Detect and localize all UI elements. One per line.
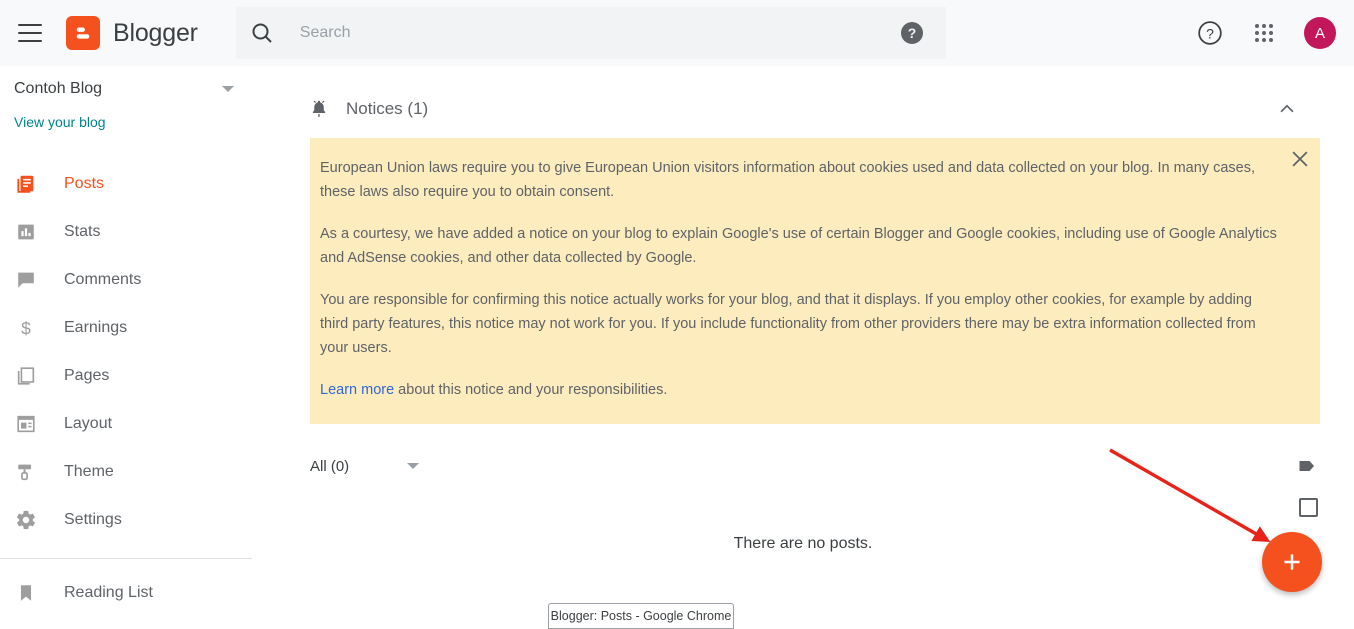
notice-paragraph: You are responsible for confirming this … [320, 292, 1256, 356]
select-all-checkbox[interactable] [1299, 498, 1318, 517]
plus-icon [1284, 554, 1300, 570]
blogger-logo-icon [66, 16, 100, 50]
filter-row: All (0) [310, 446, 1320, 486]
apps-grid-icon[interactable] [1250, 19, 1278, 47]
search-input[interactable] [299, 24, 860, 42]
blog-selector[interactable]: Contoh Blog [0, 66, 252, 98]
hamburger-menu-icon[interactable] [18, 24, 42, 42]
close-icon[interactable] [1289, 148, 1311, 170]
sidebar-item-layout[interactable]: Layout [0, 400, 252, 448]
sidebar-item-label: Comments [64, 271, 142, 288]
sidebar-item-earnings[interactable]: $ Earnings [0, 304, 252, 352]
filter-label: All (0) [310, 457, 350, 475]
help-filled-icon[interactable]: ? [900, 21, 924, 45]
hamburger-bar [18, 24, 42, 26]
notice-learn-more-line: Learn more about this notice and your re… [320, 378, 1278, 402]
layout-icon [14, 412, 38, 436]
checkbox-row [252, 498, 1318, 517]
settings-gear-icon [14, 508, 38, 532]
apps-grid-dots [1255, 24, 1273, 42]
sidebar-item-label: Posts [64, 175, 105, 192]
chevron-up-icon[interactable] [1276, 98, 1298, 120]
top-app-bar: Blogger ? ? A [0, 0, 1354, 66]
sidebar-item-label: Pages [64, 367, 110, 384]
blog-name: Contoh Blog [14, 80, 103, 97]
svg-text:?: ? [1206, 25, 1214, 41]
brand-title: Blogger [113, 18, 198, 47]
sidebar-nav: Posts Stats Comments $ Earnings Pages La… [0, 160, 252, 617]
earnings-icon: $ [14, 316, 38, 340]
sidebar-item-stats[interactable]: Stats [0, 208, 252, 256]
help-outline-icon[interactable]: ? [1196, 19, 1224, 47]
notices-title: Notices (1) [346, 99, 429, 118]
hamburger-bar [18, 32, 42, 34]
chevron-down-icon[interactable] [222, 86, 234, 92]
label-tag-icon[interactable] [1296, 454, 1320, 478]
sidebar-item-label: Stats [64, 223, 101, 240]
stats-icon [14, 220, 38, 244]
sidebar-item-label: Reading List [64, 584, 153, 601]
svg-text:$: $ [21, 318, 31, 338]
notice-paragraph: As a courtesy, we have added a notice on… [320, 226, 1277, 266]
sidebar-item-pages[interactable]: Pages [0, 352, 252, 400]
sidebar-item-comments[interactable]: Comments [0, 256, 252, 304]
svg-text:?: ? [908, 25, 917, 41]
topbar-actions: ? A [1196, 17, 1340, 49]
sidebar-item-label: Settings [64, 511, 122, 528]
sidebar-item-label: Earnings [64, 319, 128, 336]
sidebar-item-posts[interactable]: Posts [0, 160, 252, 208]
post-filter-dropdown[interactable]: All (0) [310, 457, 420, 475]
notices-header[interactable]: Notices (1) [252, 66, 1354, 120]
main-content: Notices (1) European Union laws require … [252, 66, 1354, 617]
theme-icon [14, 460, 38, 484]
new-post-fab-button[interactable] [1262, 532, 1322, 592]
view-your-blog-link[interactable]: View your blog [14, 114, 106, 130]
notice-card: European Union laws require you to give … [310, 138, 1320, 424]
learn-more-suffix: about this notice and your responsibilit… [394, 382, 668, 398]
sidebar: Contoh Blog View your blog Posts Stats C… [0, 66, 252, 617]
bookmark-icon [14, 581, 38, 605]
chevron-down-icon[interactable] [407, 463, 420, 469]
pages-icon [14, 364, 38, 388]
search-bar[interactable]: ? [235, 7, 946, 59]
sidebar-divider [0, 558, 252, 559]
notice-paragraph: European Union laws require you to give … [320, 160, 1255, 200]
sidebar-item-reading-list[interactable]: Reading List [0, 569, 252, 617]
sidebar-item-label: Layout [64, 415, 113, 432]
learn-more-link[interactable]: Learn more [320, 382, 394, 398]
blogger-brand[interactable]: Blogger [66, 16, 198, 50]
taskbar-window-button[interactable]: Blogger: Posts - Google Chrome [548, 603, 734, 629]
sidebar-item-settings[interactable]: Settings [0, 496, 252, 544]
posts-icon [14, 172, 38, 196]
sidebar-item-theme[interactable]: Theme [0, 448, 252, 496]
bell-icon [312, 100, 326, 117]
sidebar-item-label: Theme [64, 463, 114, 480]
search-icon[interactable] [250, 21, 274, 45]
avatar[interactable]: A [1304, 17, 1336, 49]
hamburger-bar [18, 40, 42, 42]
empty-state-message: There are no posts. [733, 535, 873, 552]
comments-icon [14, 268, 38, 292]
